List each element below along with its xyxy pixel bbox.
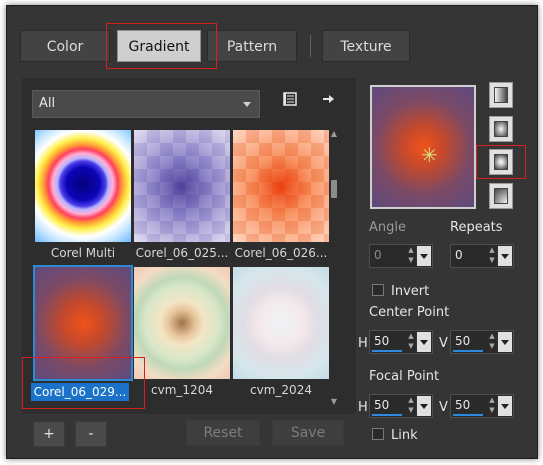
chevron-down-icon <box>243 102 251 107</box>
scroll-up-arrow[interactable]: ▲ <box>330 130 338 138</box>
reset-button[interactable]: Reset <box>186 420 260 446</box>
focal-h-level-bar <box>372 414 402 416</box>
gradient-library-icon[interactable] <box>280 92 300 112</box>
focal-h-dropdown-button[interactable] <box>416 396 431 416</box>
spin-down-arrow[interactable]: ▼ <box>487 342 497 351</box>
angle-label: Angle <box>369 220 406 235</box>
invert-label: Invert <box>391 284 430 299</box>
spin-down-arrow[interactable]: ▼ <box>406 406 416 415</box>
spin-up-arrow[interactable]: ▲ <box>406 332 416 341</box>
center-point-label: Center Point <box>369 305 450 320</box>
angle-dropdown-button[interactable] <box>416 246 431 266</box>
category-select[interactable]: All <box>32 90 260 118</box>
spin-up-arrow[interactable]: ▲ <box>406 246 416 255</box>
corner-gradient-icon[interactable] <box>489 183 513 209</box>
gradient-thumb-corel-06-025[interactable]: Corel_06_025... <box>134 130 230 260</box>
spin-down-arrow[interactable]: ▼ <box>487 256 497 265</box>
spin-up-arrow[interactable]: ▲ <box>487 396 497 405</box>
focal-v-label: V <box>439 400 448 415</box>
gradient-preview-image <box>233 267 329 379</box>
gradient-preview-image <box>134 267 230 379</box>
focal-v-spinbox[interactable]: 50 ▲ ▼ <box>450 394 514 418</box>
selected-item-highlight <box>22 357 145 409</box>
spin-up-arrow[interactable]: ▲ <box>487 246 497 255</box>
save-button[interactable]: Save <box>272 420 344 446</box>
gradient-preview-image <box>233 130 329 242</box>
focal-h-label: H <box>358 400 368 415</box>
focal-v-level-bar <box>453 414 483 416</box>
tab-texture[interactable]: Texture <box>322 30 410 62</box>
link-label: Link <box>391 428 418 443</box>
repeats-dropdown-button[interactable] <box>497 246 512 266</box>
gradient-label: Corel_06_026... <box>234 246 328 260</box>
center-h-label: H <box>358 336 368 351</box>
focal-v-dropdown-button[interactable] <box>497 396 512 416</box>
repeats-spinbox[interactable]: 0 ▲ ▼ <box>450 244 514 268</box>
focal-point-label: Focal Point <box>369 369 440 384</box>
linear-gradient-icon[interactable] <box>489 82 513 108</box>
focal-h-spinbox[interactable]: 50 ▲ ▼ <box>369 394 433 418</box>
gradient-label: Corel Multi <box>50 246 116 260</box>
center-v-label: V <box>439 336 448 351</box>
focal-v-value: 50 <box>455 398 471 412</box>
center-v-dropdown-button[interactable] <box>497 332 512 352</box>
category-select-value: All <box>39 96 56 111</box>
center-h-level-bar <box>372 350 402 352</box>
center-v-spinbox[interactable]: 50 ▲ ▼ <box>450 330 514 354</box>
gradient-thumb-cvm-2024[interactable]: cvm_2024 <box>233 267 329 397</box>
remove-gradient-button[interactable]: - <box>75 421 107 447</box>
spin-down-arrow[interactable]: ▼ <box>406 342 416 351</box>
center-v-level-bar <box>453 350 483 352</box>
tab-divider <box>310 35 311 57</box>
arrow-right-icon[interactable] <box>318 92 338 112</box>
spin-up-arrow[interactable]: ▲ <box>487 332 497 341</box>
spin-down-arrow[interactable]: ▼ <box>487 406 497 415</box>
sunburst-style-highlight <box>476 145 526 179</box>
center-v-value: 50 <box>455 334 471 348</box>
gradient-label: Corel_06_025... <box>135 246 229 260</box>
focal-h-value: 50 <box>374 398 390 412</box>
center-point-marker[interactable]: ✳ <box>421 145 438 165</box>
gradient-tab-highlight <box>106 23 217 69</box>
center-h-value: 50 <box>374 334 390 348</box>
spin-down-arrow[interactable]: ▼ <box>406 256 416 265</box>
gradient-label: cvm_2024 <box>250 383 312 397</box>
tab-color[interactable]: Color <box>20 30 110 62</box>
gradient-thumb-cvm-1204[interactable]: cvm_1204 <box>134 267 230 397</box>
center-h-spinbox[interactable]: 50 ▲ ▼ <box>369 330 433 354</box>
repeats-label: Repeats <box>450 220 503 235</box>
spin-up-arrow[interactable]: ▲ <box>406 396 416 405</box>
gradient-label: cvm_1204 <box>151 383 213 397</box>
add-gradient-button[interactable]: + <box>33 421 65 447</box>
link-checkbox[interactable] <box>372 428 384 440</box>
gradient-preview-image <box>134 130 230 242</box>
scroll-down-arrow[interactable]: ▼ <box>330 398 338 406</box>
invert-checkbox[interactable] <box>372 284 384 296</box>
repeats-value: 0 <box>455 248 463 262</box>
center-h-dropdown-button[interactable] <box>416 332 431 352</box>
angle-spinbox[interactable]: 0 ▲ ▼ <box>369 244 433 268</box>
gradient-thumb-corel-multi[interactable]: Corel Multi <box>35 130 131 260</box>
tab-pattern[interactable]: Pattern <box>207 30 297 62</box>
rectangular-gradient-icon[interactable] <box>489 116 513 142</box>
gradient-thumb-corel-06-026[interactable]: Corel_06_026... <box>233 130 329 260</box>
scrollbar-thumb[interactable] <box>331 180 337 198</box>
angle-value: 0 <box>374 248 382 262</box>
gradient-preview-image <box>35 130 131 242</box>
